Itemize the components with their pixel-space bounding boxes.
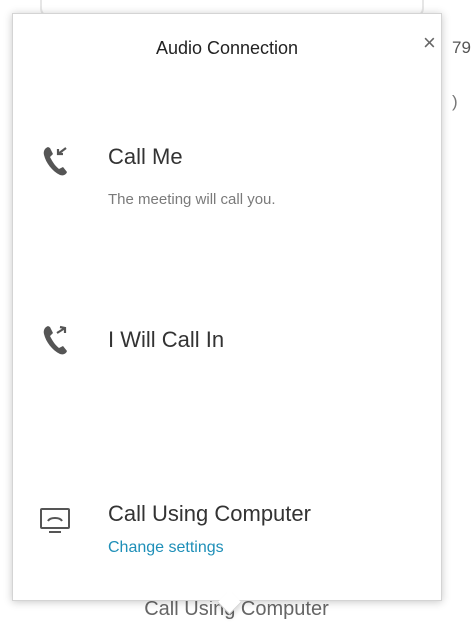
call-me-label: Call Me [108, 144, 183, 169]
computer-audio-icon [37, 503, 73, 539]
phone-outgoing-icon [37, 322, 73, 358]
call-me-option[interactable]: Call Me The meeting will call you. [13, 139, 441, 219]
call-in-option[interactable]: I Will Call In [13, 324, 441, 404]
call-using-computer-label: Call Using Computer [108, 501, 311, 526]
call-me-subtitle: The meeting will call you. [108, 191, 276, 208]
background-side-paren: ) [452, 92, 458, 111]
close-icon[interactable]: × [423, 32, 436, 54]
popover-title: Audio Connection [155, 38, 299, 58]
background-side-text: 79 [452, 38, 471, 57]
audio-connection-popover: Audio Connection × Call Me The meeting w… [12, 13, 442, 601]
call-using-computer-option[interactable]: Call Using Computer Change settings [13, 499, 441, 579]
phone-incoming-icon [37, 143, 73, 179]
change-settings-link[interactable]: Change settings [108, 539, 224, 557]
call-in-label: I Will Call In [108, 327, 225, 352]
